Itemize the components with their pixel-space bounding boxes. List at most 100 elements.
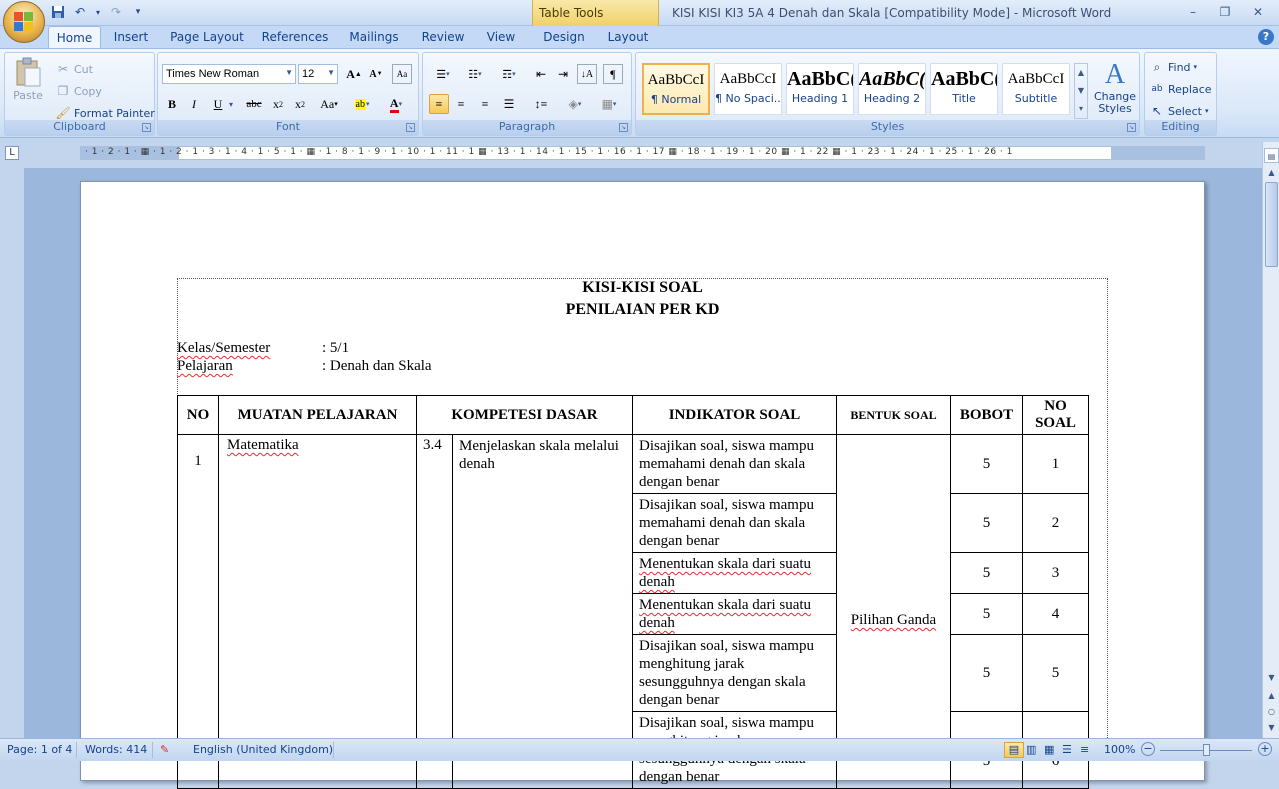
header-no: NO <box>177 395 219 435</box>
tab-references[interactable]: References <box>258 26 332 48</box>
change-case-button[interactable]: Aa ▾ <box>316 94 342 114</box>
more-styles-icon[interactable]: ▾ <box>1075 100 1087 118</box>
vertical-scrollbar[interactable]: ▤ ▲ ▼ ▲ ○ ▼ <box>1262 142 1279 738</box>
proofing-icon[interactable]: ✎ <box>160 743 169 756</box>
full-screen-reading-icon[interactable]: ▥ <box>1026 743 1036 756</box>
chevron-up-icon[interactable]: ▲ <box>1075 64 1087 82</box>
redo-icon[interactable]: ↷ <box>108 4 124 20</box>
undo-icon[interactable]: ↶ <box>72 4 88 20</box>
highlighter-icon: ab <box>354 98 366 110</box>
paragraph-dialog-launcher[interactable]: ↘ <box>619 123 628 132</box>
cut-button[interactable]: ✂ Cut <box>55 61 93 77</box>
styles-scroll[interactable]: ▲ ▼ ▾ <box>1074 63 1088 119</box>
paste-button[interactable]: Paste <box>11 57 45 102</box>
tab-mailings[interactable]: Mailings <box>342 26 406 48</box>
bold-button[interactable]: B <box>162 94 182 114</box>
save-icon[interactable] <box>50 4 66 20</box>
previous-page-icon[interactable]: ▲ <box>1264 688 1279 703</box>
chevron-down-icon[interactable]: ▼ <box>1075 82 1087 100</box>
borders-button[interactable]: ▦ ▾ <box>595 94 623 114</box>
font-family-combo[interactable]: Times New Roman ▼ <box>162 64 296 84</box>
copy-label: Copy <box>74 84 102 98</box>
highlight-button[interactable]: ab ▾ <box>348 94 376 114</box>
customize-toolbar-icon[interactable]: ▾ <box>130 4 146 20</box>
style-subtitle[interactable]: AaBbCcI Subtitle <box>1002 63 1070 115</box>
strikethrough-button[interactable]: abc <box>244 94 264 114</box>
clipboard-dialog-launcher[interactable]: ↘ <box>142 123 151 132</box>
copy-button[interactable]: ❐ Copy <box>55 83 102 99</box>
italic-button[interactable]: I <box>184 94 204 114</box>
underline-dropdown-icon[interactable]: ▾ <box>226 94 236 114</box>
next-page-icon[interactable]: ▼ <box>1264 720 1279 735</box>
view-ruler-icon[interactable]: ▤ <box>1264 148 1279 163</box>
cell-muatan: Matematika <box>227 437 299 453</box>
help-icon[interactable]: ? <box>1258 29 1274 45</box>
format-painter-button[interactable]: 🖌 Format Painter <box>55 105 154 121</box>
zoom-in-icon[interactable]: + <box>1258 742 1272 756</box>
scroll-thumb[interactable] <box>1265 182 1278 267</box>
zoom-level[interactable]: 100% <box>1104 743 1135 756</box>
restore-button[interactable]: ❐ <box>1212 3 1238 21</box>
replace-button[interactable]: ab Replace <box>1149 81 1211 97</box>
font-dialog-launcher[interactable]: ↘ <box>406 123 415 132</box>
style-heading-2[interactable]: AaBbC(Heading 2 <box>858 63 926 115</box>
style-title[interactable]: AaBbC(Title <box>930 63 998 115</box>
line-spacing-button[interactable]: ↕≡ <box>527 94 555 114</box>
zoom-out-icon[interactable]: − <box>1141 742 1155 756</box>
tab-review[interactable]: Review <box>416 26 470 48</box>
font-size-combo[interactable]: 12 ▼ <box>298 64 338 84</box>
office-button[interactable] <box>3 1 45 43</box>
underline-button[interactable]: U <box>208 94 228 114</box>
tab-page-layout[interactable]: Page Layout <box>167 26 247 48</box>
print-layout-view-icon[interactable]: ▤ <box>1004 742 1024 758</box>
horizontal-ruler[interactable]: · 1 · 2 · 1 · ▦ · 1 · 2 · 1 · 3 · 1 · 4 … <box>80 146 1205 160</box>
find-button[interactable]: ⌕ Find ▾ <box>1149 59 1197 75</box>
close-button[interactable]: ✕ <box>1245 3 1271 21</box>
select-browse-object-icon[interactable]: ○ <box>1264 704 1279 719</box>
word-count-status[interactable]: Words: 414 <box>85 743 147 756</box>
increase-indent-button[interactable]: ⇥ <box>553 64 573 84</box>
scroll-up-icon[interactable]: ▲ <box>1264 165 1279 180</box>
align-right-button[interactable]: ≡ <box>475 94 495 114</box>
minimize-button[interactable]: – <box>1180 3 1206 21</box>
show-formatting-button[interactable]: ¶ <box>603 64 623 84</box>
change-styles-button[interactable]: A Change Styles <box>1092 59 1138 115</box>
tab-design[interactable]: Design <box>537 26 591 48</box>
multilevel-list-button[interactable]: ☶ ▾ <box>495 64 523 84</box>
align-center-button[interactable]: ≡ <box>451 94 471 114</box>
clear-formatting-button[interactable]: Aa <box>392 64 412 84</box>
draft-view-icon[interactable]: ≡ <box>1080 743 1089 756</box>
tab-selector-icon[interactable]: L <box>5 146 19 160</box>
outline-view-icon[interactable]: ☰ <box>1062 743 1072 756</box>
undo-dropdown-icon[interactable]: ▾ <box>94 4 102 20</box>
styles-dialog-launcher[interactable]: ↘ <box>1127 123 1136 132</box>
style-normal[interactable]: AaBbCcI ¶ Normal <box>642 63 710 115</box>
style-no-spacing[interactable]: AaBbCcI ¶ No Spaci... <box>714 63 782 115</box>
scroll-down-icon[interactable]: ▼ <box>1264 670 1279 685</box>
grow-font-button[interactable]: A ▲ <box>344 64 364 84</box>
decrease-indent-button[interactable]: ⇤ <box>531 64 551 84</box>
justify-button[interactable]: ☰ <box>499 94 519 114</box>
tab-insert[interactable]: Insert <box>108 26 154 48</box>
language-status[interactable]: English (United Kingdom) <box>193 743 333 756</box>
sort-button[interactable]: ↓A <box>577 64 597 84</box>
shrink-font-button[interactable]: A ▼ <box>366 64 386 84</box>
select-button[interactable]: ↖ Select ▾ <box>1149 103 1208 119</box>
superscript-button[interactable]: x2 <box>290 94 310 114</box>
bullets-button[interactable]: ☰ ▾ <box>429 64 457 84</box>
page-count-status[interactable]: Page: 1 of 4 <box>7 743 72 756</box>
paste-icon <box>16 57 41 87</box>
zoom-slider-thumb[interactable] <box>1203 744 1210 756</box>
style-heading-1[interactable]: AaBbC(Heading 1 <box>786 63 854 115</box>
web-layout-icon[interactable]: ▦ <box>1044 743 1054 756</box>
tab-view[interactable]: View <box>480 26 522 48</box>
justify-icon: ☰ <box>503 96 515 111</box>
font-color-button[interactable]: A ▾ <box>382 94 410 114</box>
numbering-button[interactable]: ☷ ▾ <box>461 64 489 84</box>
subscript-button[interactable]: x2 <box>268 94 288 114</box>
align-left-button[interactable]: ≡ <box>429 94 449 114</box>
header-no-soal: NO SOAL <box>1022 395 1089 435</box>
tab-home[interactable]: Home <box>48 26 101 48</box>
tab-layout[interactable]: Layout <box>602 26 654 48</box>
shading-button[interactable]: ◈ ▾ <box>561 94 589 114</box>
